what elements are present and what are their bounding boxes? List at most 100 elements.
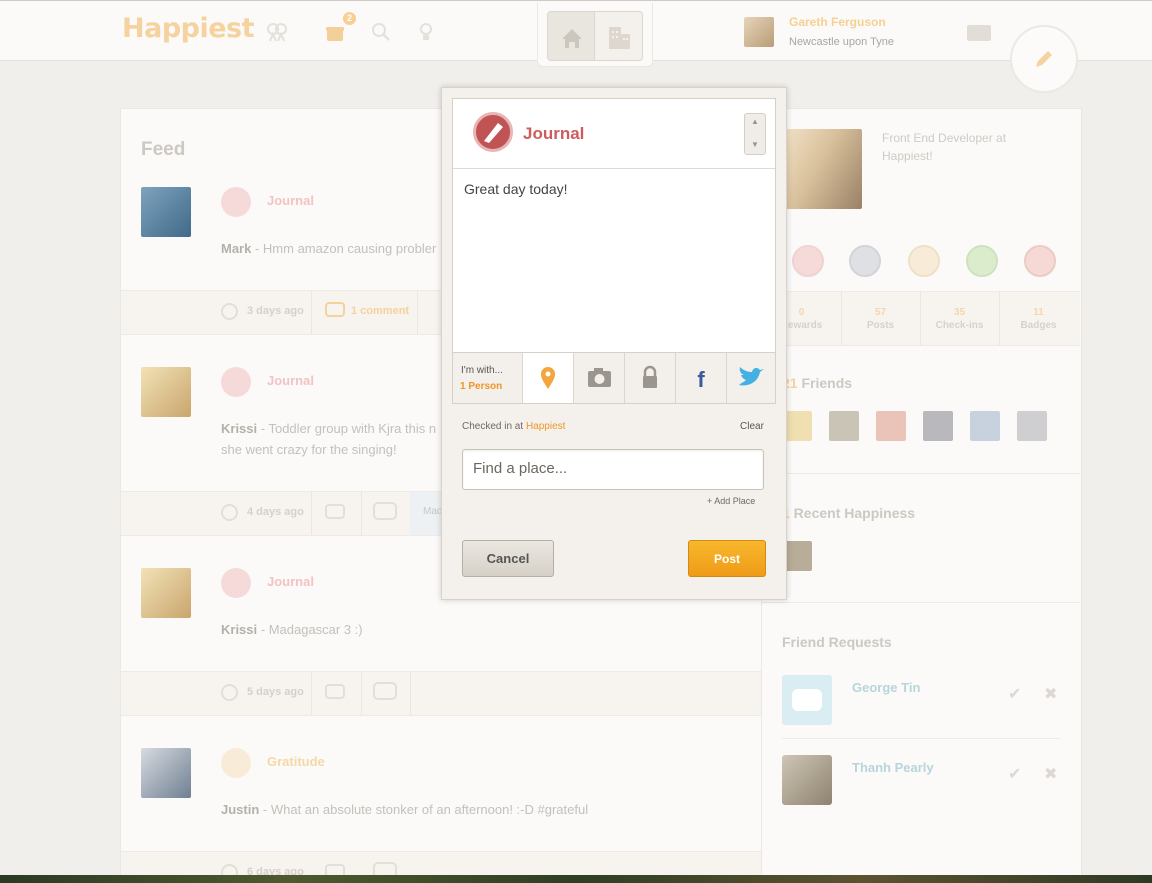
divider bbox=[311, 492, 312, 535]
photo-button[interactable] bbox=[573, 353, 624, 403]
chevron-up-icon[interactable]: ▲ bbox=[751, 117, 759, 126]
svg-text:f: f bbox=[697, 367, 705, 392]
clock-icon bbox=[221, 303, 238, 320]
stat-posts[interactable]: 57 Posts bbox=[841, 307, 920, 331]
cancel-button[interactable]: Cancel bbox=[462, 540, 554, 577]
journal-icon bbox=[221, 568, 251, 598]
gift-icon[interactable] bbox=[324, 21, 346, 43]
post-toolbar: I'm with... 1 Person f bbox=[452, 352, 776, 404]
divider bbox=[782, 738, 1060, 739]
post-button[interactable]: Post bbox=[688, 540, 766, 577]
friend-avatar[interactable] bbox=[876, 411, 906, 441]
view-switcher bbox=[537, 3, 653, 67]
request-name[interactable]: Thanh Pearly bbox=[852, 760, 934, 775]
post-avatar[interactable] bbox=[141, 187, 191, 237]
accept-icon[interactable]: ✔ bbox=[1008, 764, 1021, 784]
friend-avatar[interactable] bbox=[829, 411, 859, 441]
facebook-share-button[interactable]: f bbox=[675, 353, 726, 403]
clear-location-link[interactable]: Clear bbox=[740, 421, 764, 432]
accept-icon[interactable]: ✔ bbox=[1008, 684, 1021, 704]
user-name[interactable]: Gareth Ferguson bbox=[789, 15, 886, 29]
comment-icon[interactable] bbox=[325, 504, 345, 519]
request-avatar[interactable] bbox=[782, 675, 832, 725]
feed-title: Feed bbox=[141, 139, 186, 160]
profile-sidebar: Front End Developer at Happiest! 0 Reward… bbox=[762, 108, 1082, 883]
fitness-icon[interactable] bbox=[1024, 245, 1056, 277]
buildings-icon bbox=[609, 27, 630, 49]
robot-icon bbox=[792, 689, 822, 711]
compose-button[interactable] bbox=[1010, 25, 1078, 93]
post-author[interactable]: Justin bbox=[221, 802, 259, 817]
friends-icon[interactable] bbox=[266, 21, 288, 43]
city-view-button[interactable] bbox=[595, 11, 643, 61]
book-icon[interactable] bbox=[849, 245, 881, 277]
divider bbox=[361, 672, 362, 715]
stat-checkins[interactable]: 35 Check-ins bbox=[920, 307, 999, 331]
apple-icon[interactable] bbox=[966, 245, 998, 277]
location-button[interactable] bbox=[522, 353, 573, 403]
type-stepper[interactable]: ▲ ▼ bbox=[744, 113, 766, 155]
post-type[interactable]: Journal bbox=[267, 574, 314, 589]
friend-requests-heading: Friend Requests bbox=[782, 634, 892, 650]
decline-icon[interactable]: ✖ bbox=[1044, 684, 1057, 704]
post-time: 5 days ago bbox=[221, 684, 304, 701]
checked-in-place[interactable]: Happiest bbox=[526, 421, 565, 432]
comment-icon[interactable] bbox=[325, 684, 345, 699]
find-place-field[interactable] bbox=[462, 449, 764, 490]
chevron-down-icon[interactable]: ▼ bbox=[751, 140, 759, 149]
post-avatar[interactable] bbox=[141, 748, 191, 798]
post-body-continued: she went crazy for the singing! bbox=[221, 442, 397, 457]
lightbulb-icon[interactable] bbox=[415, 21, 437, 43]
profile-stats: 0 Rewards 57 Posts 35 Check-ins 11 Badges bbox=[762, 291, 1080, 346]
gratitude-icon[interactable] bbox=[908, 245, 940, 277]
journal-icon[interactable] bbox=[792, 245, 824, 277]
post-author[interactable]: Krissi bbox=[221, 622, 257, 637]
divider bbox=[417, 291, 418, 334]
request-name[interactable]: George Tin bbox=[852, 680, 920, 695]
private-button[interactable] bbox=[624, 353, 675, 403]
pencil-icon bbox=[1036, 51, 1052, 67]
divider bbox=[762, 473, 1080, 474]
post-type[interactable]: Journal bbox=[267, 373, 314, 388]
find-place-input[interactable] bbox=[473, 460, 753, 477]
home-view-button[interactable] bbox=[547, 11, 595, 61]
divider bbox=[361, 492, 362, 535]
friend-avatar[interactable] bbox=[970, 411, 1000, 441]
post-avatar[interactable] bbox=[141, 367, 191, 417]
post-time: 4 days ago bbox=[221, 504, 304, 521]
recent-happiness-heading[interactable]: 1 Recent Happiness bbox=[782, 505, 915, 521]
id-card-icon[interactable] bbox=[967, 25, 991, 41]
search-icon[interactable] bbox=[370, 21, 392, 43]
request-avatar[interactable] bbox=[782, 755, 832, 805]
post-author[interactable]: Krissi bbox=[221, 421, 257, 436]
friends-heading[interactable]: 21 Friends bbox=[782, 375, 852, 391]
background-strip bbox=[0, 875, 1152, 883]
divider bbox=[311, 291, 312, 334]
twitter-icon bbox=[739, 367, 764, 386]
happiest-logo[interactable]: Happiest bbox=[122, 13, 255, 44]
stat-badges[interactable]: 11 Badges bbox=[999, 307, 1078, 331]
post-avatar[interactable] bbox=[141, 568, 191, 618]
add-place-link[interactable]: + Add Place bbox=[707, 496, 755, 506]
comments-link[interactable]: 1 comment bbox=[325, 302, 409, 317]
twitter-share-button[interactable] bbox=[726, 353, 775, 403]
post-type[interactable]: Gratitude bbox=[267, 754, 325, 769]
post-textarea[interactable]: Great day today! bbox=[464, 181, 568, 197]
friend-avatar[interactable] bbox=[1017, 411, 1047, 441]
home-icon bbox=[562, 29, 582, 48]
lock-icon bbox=[643, 365, 657, 388]
user-avatar[interactable] bbox=[744, 17, 774, 47]
clock-icon bbox=[221, 684, 238, 701]
friend-avatar[interactable] bbox=[923, 411, 953, 441]
post-author[interactable]: Mark bbox=[221, 241, 251, 256]
profile-role: Front End Developer at Happiest! bbox=[882, 131, 1007, 163]
top-navigation-bar: Happiest 2 Gareth Ferguson Newcastle upo… bbox=[0, 0, 1152, 67]
divider bbox=[311, 672, 312, 715]
profile-photo[interactable] bbox=[782, 129, 862, 209]
with-people-button[interactable]: I'm with... 1 Person bbox=[453, 353, 522, 403]
decline-icon[interactable]: ✖ bbox=[1044, 764, 1057, 784]
robot-icon[interactable] bbox=[373, 502, 397, 520]
post-type[interactable]: Journal bbox=[267, 193, 314, 208]
robot-icon[interactable] bbox=[373, 682, 397, 700]
gratitude-icon bbox=[221, 748, 251, 778]
